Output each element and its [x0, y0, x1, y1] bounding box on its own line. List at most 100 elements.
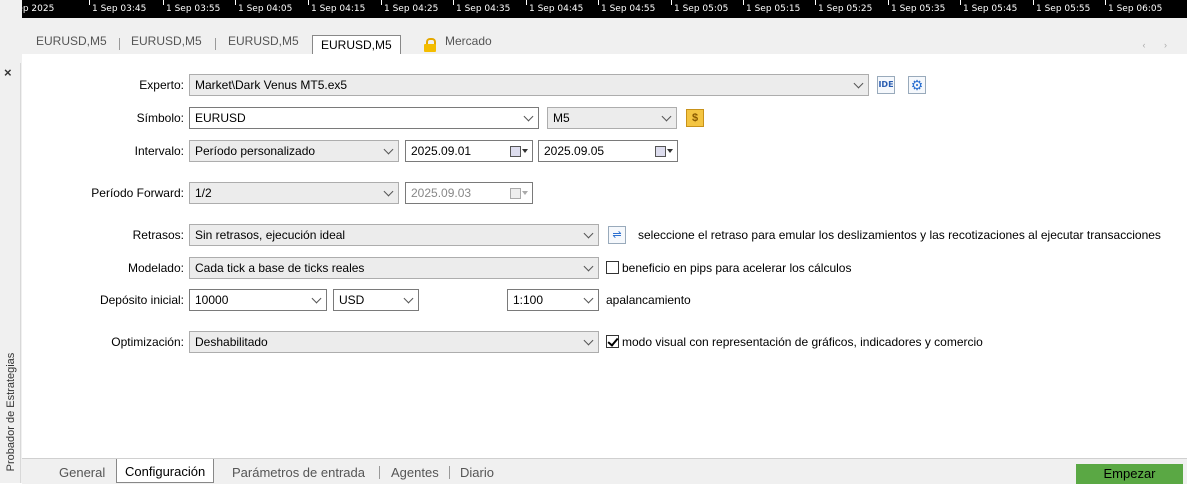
forward-date-value: 2025.09.03 [411, 186, 472, 200]
time-tick: 1 Sep 05:55 [1032, 0, 1091, 14]
calendar-icon [510, 187, 528, 199]
time-tick: 1 Sep 05:35 [887, 0, 946, 14]
optimization-label: Optimización: [111, 335, 184, 349]
settings-form: Experto: Market\Dark Venus MT5.ex5 IDE ⚙… [22, 63, 1187, 458]
interval-value: Período personalizado [195, 144, 316, 158]
deposit-label: Depósito inicial: [99, 293, 184, 307]
time-tick: 1 Sep 05:05 [670, 0, 729, 14]
calendar-icon[interactable] [510, 145, 528, 157]
chart-tab[interactable]: EURUSD,M5 [36, 34, 107, 48]
leverage-value: 1:100 [513, 293, 544, 307]
time-tick: 1 Sep 04:35 [452, 0, 511, 14]
chevron-down-icon [583, 261, 594, 272]
optimization-select[interactable]: Deshabilitado [189, 331, 599, 353]
visual-mode-checkbox[interactable] [606, 335, 619, 348]
modeling-select[interactable]: Cada tick a base de ticks reales [189, 257, 599, 279]
delay-settings-icon[interactable]: ⇌ [608, 226, 626, 244]
date-to-picker[interactable]: 2025.09.05 [538, 140, 678, 162]
date-to-value: 2025.09.05 [544, 144, 605, 158]
tab-diario[interactable]: Diario [460, 465, 494, 480]
bottom-tabs: General Configuración Parámetros de entr… [22, 458, 1187, 484]
tab-configuracion[interactable]: Configuración [116, 459, 215, 483]
forward-select[interactable]: 1/2 [189, 182, 399, 204]
chevron-down-icon [583, 335, 594, 346]
tab-separator [119, 38, 120, 50]
ide-button[interactable]: IDE [877, 76, 895, 94]
time-tick: 1 Sep 04:25 [380, 0, 439, 14]
time-tick: 1 Sep 04:05 [234, 0, 293, 14]
chart-tab[interactable]: EURUSD,M5 [228, 34, 299, 48]
chevron-down-icon [383, 186, 394, 197]
interval-label: Intervalo: [134, 144, 184, 158]
time-tick: 1 Sep 05:45 [959, 0, 1018, 14]
time-tick: 1 Sep 04:55 [597, 0, 656, 14]
chart-tab[interactable]: EURUSD,M5 [131, 34, 202, 48]
chevron-down-icon [403, 293, 414, 304]
forward-value: 1/2 [195, 186, 212, 200]
time-tick: 1 Sep 03:45 [88, 0, 147, 14]
pips-checkbox[interactable] [606, 261, 619, 274]
currency-select[interactable]: USD [333, 289, 419, 311]
leverage-select[interactable]: 1:100 [507, 289, 599, 311]
gear-icon[interactable]: ⚙ [908, 76, 926, 94]
date-from-picker[interactable]: 2025.09.01 [405, 140, 533, 162]
deposit-input[interactable]: 10000 [189, 289, 327, 311]
chart-tab-active[interactable]: EURUSD,M5 [312, 35, 401, 54]
chevron-down-icon [311, 293, 322, 304]
time-tick: 1 Sep 06:05 [1104, 0, 1163, 14]
tab-separator [215, 38, 216, 50]
time-tick: 1 Sep 04:15 [307, 0, 366, 14]
deposit-value: 10000 [195, 293, 229, 307]
delays-value: Sin retrasos, ejecución ideal [195, 228, 346, 242]
tab-separator [379, 466, 380, 479]
symbol-value: EURUSD [195, 111, 246, 125]
currency-value: USD [339, 293, 365, 307]
close-icon[interactable]: × [4, 65, 12, 80]
symbol-input[interactable]: EURUSD [189, 107, 539, 129]
modeling-label: Modelado: [127, 261, 184, 275]
tab-agentes[interactable]: Agentes [391, 465, 439, 480]
time-tick: 1 Sep 05:25 [814, 0, 873, 14]
delays-label: Retrasos: [132, 228, 184, 242]
side-panel: × Probador de Estrategias [0, 63, 21, 483]
chevron-down-icon [853, 78, 864, 89]
modeling-value: Cada tick a base de ticks reales [195, 261, 365, 275]
expert-label: Experto: [139, 78, 184, 92]
visual-mode-label: modo visual con representación de gráfic… [622, 335, 983, 349]
expert-value: Market\Dark Venus MT5.ex5 [195, 78, 348, 92]
checkmark-icon [607, 335, 619, 347]
symbol-label: Símbolo: [136, 111, 184, 125]
currency-icon[interactable]: $ [686, 109, 704, 127]
forward-label: Período Forward: [91, 186, 184, 200]
chevron-down-icon [583, 228, 594, 239]
chevron-down-icon [583, 293, 594, 304]
lock-icon [424, 38, 436, 52]
time-axis: 1 Sep 2025 1 Sep 03:45 1 Sep 03:55 1 Sep… [0, 0, 1187, 18]
forward-date-picker: 2025.09.03 [405, 182, 533, 204]
tab-scroll-arrows-icon[interactable]: ‹ › [1143, 40, 1176, 50]
side-panel-title: Probador de Estrategias [5, 352, 17, 472]
interval-select[interactable]: Período personalizado [189, 140, 399, 162]
chevron-down-icon [383, 144, 394, 155]
timeframe-value: M5 [553, 111, 570, 125]
date-from-value: 2025.09.01 [411, 144, 472, 158]
chevron-down-icon [523, 111, 534, 122]
start-button[interactable]: Empezar [1076, 464, 1183, 484]
delays-hint: seleccione el retraso para emular los de… [638, 228, 1161, 242]
calendar-icon[interactable] [655, 145, 673, 157]
tab-parametros[interactable]: Parámetros de entrada [232, 465, 365, 480]
time-tick: 1 Sep 03:55 [162, 0, 221, 14]
chevron-down-icon [661, 111, 672, 122]
optimization-value: Deshabilitado [195, 335, 268, 349]
chart-tab-market[interactable]: Mercado [445, 34, 492, 48]
time-tick: 1 Sep 04:45 [525, 0, 584, 14]
time-tick: 1 Sep 05:15 [742, 0, 801, 14]
timeframe-select[interactable]: M5 [547, 107, 677, 129]
delays-select[interactable]: Sin retrasos, ejecución ideal [189, 224, 599, 246]
tab-separator [449, 466, 450, 479]
tab-general[interactable]: General [59, 465, 105, 480]
leverage-label: apalancamiento [606, 293, 691, 307]
chart-tabs: EURUSD,M5 EURUSD,M5 EURUSD,M5 EURUSD,M5 … [22, 18, 1187, 54]
pips-label: beneficio en pips para acelerar los cálc… [622, 261, 852, 275]
expert-select[interactable]: Market\Dark Venus MT5.ex5 [189, 74, 869, 96]
